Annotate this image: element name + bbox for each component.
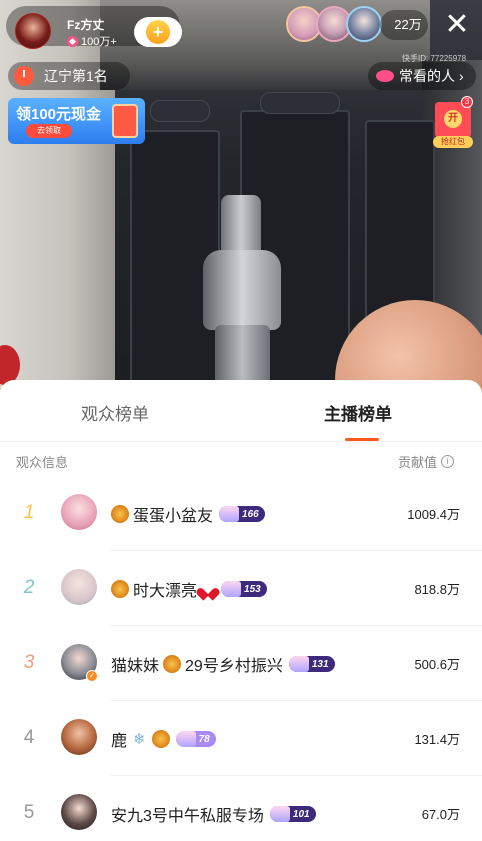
user-name: 鹿 — [111, 733, 128, 750]
list-item[interactable]: 5 安九3号中午私服专场 101 67.0万 — [0, 776, 482, 841]
host-avatar[interactable] — [15, 13, 51, 49]
level-number: 131 — [311, 658, 329, 670]
rank-number: 5 — [23, 802, 35, 823]
money-envelope-icon — [112, 104, 138, 138]
avatar[interactable] — [346, 6, 382, 42]
contribution-score: 500.6万 — [414, 657, 460, 672]
gem-icon — [288, 656, 309, 672]
leaderboard-sheet: 观众榜单 主播榜单 观众信息 贡献值 i 1 蛋蛋小盆友 166 1009.4万… — [0, 380, 482, 841]
info-icon[interactable]: i — [441, 455, 455, 468]
plus-icon: + — [146, 20, 170, 44]
leaderboard-tabs: 观众榜单 主播榜单 — [0, 380, 482, 442]
user-name-line: 时大漂亮 153 — [111, 577, 267, 601]
lion-icon — [151, 730, 170, 748]
close-icon[interactable]: ✕ — [440, 8, 474, 42]
clock-icon — [14, 66, 34, 86]
level-badge: 101 — [269, 806, 316, 822]
level-badge: 131 — [288, 656, 335, 672]
host-likes: 100万+ — [67, 33, 117, 49]
lips-icon — [376, 70, 394, 82]
level-number: 78 — [198, 733, 210, 745]
list-item[interactable]: 1 蛋蛋小盆友 166 1009.4万 — [0, 476, 482, 551]
level-badge: 153 — [221, 581, 267, 597]
level-number: 101 — [292, 808, 310, 820]
region-rank-label: 辽宁第1名 — [44, 68, 108, 84]
column-header-contribution-label: 贡献值 — [398, 455, 438, 470]
cash-banner-title: 领100元现金 — [16, 106, 102, 123]
user-name-line: 蛋蛋小盆友 166 — [111, 502, 265, 526]
cash-reward-banner[interactable]: 领100元现金 去领取 — [8, 98, 145, 144]
avatar[interactable] — [61, 569, 97, 605]
column-header-audience: 观众信息 — [16, 455, 69, 470]
avatar[interactable] — [61, 719, 97, 755]
verified-badge: ✓ — [86, 670, 98, 682]
region-rank-pill[interactable]: 辽宁第1名 — [8, 62, 130, 90]
rank-number: 3 — [23, 652, 35, 673]
user-name-line: 鹿 ❄ 78 — [111, 727, 216, 751]
contribution-score: 1009.4万 — [407, 507, 460, 522]
avatar[interactable] — [61, 494, 97, 530]
user-name: 安九3号中午私服专场 — [111, 808, 264, 825]
red-heart-icon — [201, 583, 215, 596]
user-name-prefix: 猫妹妹 — [111, 658, 160, 675]
active-tab-indicator — [345, 438, 379, 441]
lion-icon — [111, 505, 129, 523]
heart-icon — [67, 35, 78, 47]
user-name: 29号乡村振兴 — [185, 658, 283, 675]
gem-icon — [269, 806, 290, 822]
video-ornament — [150, 100, 210, 122]
contribution-score: 818.8万 — [414, 582, 460, 597]
often-watched-pill[interactable]: 常看的人 › — [368, 62, 476, 90]
video-knight-armor — [195, 195, 290, 390]
red-packet-label: 抢红包 — [433, 136, 473, 148]
rank-number: 1 — [23, 502, 35, 523]
red-packet-button[interactable]: 开 3 抢红包 — [433, 96, 473, 148]
gem-icon — [221, 581, 242, 597]
lion-icon — [111, 580, 129, 598]
red-packet-badge: 3 — [461, 96, 473, 108]
lion-icon — [163, 655, 182, 673]
top-viewer-avatars[interactable] — [286, 6, 382, 44]
list-item[interactable]: 4 鹿 ❄ 78 131.4万 — [0, 701, 482, 776]
leaderboard-list: 1 蛋蛋小盆友 166 1009.4万 2 时大漂亮 153 818.8万 3 … — [0, 476, 482, 841]
viewer-count[interactable]: 22万 — [380, 10, 428, 40]
contribution-score: 67.0万 — [421, 807, 460, 822]
contribution-score: 131.4万 — [414, 732, 460, 747]
level-number: 166 — [242, 508, 259, 520]
video-wall-left — [0, 0, 115, 400]
chevron-right-icon: › — [459, 68, 464, 84]
level-badge: 78 — [175, 731, 216, 747]
gem-icon — [175, 731, 196, 747]
list-item[interactable]: 3 ✓ 猫妹妹 29号乡村振兴 131 500.6万 — [0, 626, 482, 701]
user-name-line: 猫妹妹 29号乡村振兴 131 — [111, 652, 335, 676]
host-info-pill[interactable]: Fz方丈 100万+ + — [6, 6, 182, 49]
user-name-line: 安九3号中午私服专场 101 — [111, 802, 316, 826]
cash-banner-cta[interactable]: 去领取 — [26, 124, 72, 138]
avatar[interactable] — [61, 794, 97, 830]
level-badge: 166 — [219, 506, 265, 522]
snowflake-icon: ❄ — [133, 731, 146, 748]
user-name: 蛋蛋小盆友 — [133, 508, 214, 525]
level-number: 153 — [244, 583, 261, 595]
rank-number: 4 — [23, 727, 35, 748]
red-packet-coin: 开 — [444, 110, 462, 128]
host-name: Fz方丈 — [67, 18, 105, 32]
list-item[interactable]: 2 时大漂亮 153 818.8万 — [0, 551, 482, 626]
rank-number: 2 — [23, 577, 35, 598]
tab-audience-ranking[interactable]: 观众榜单 — [81, 400, 149, 425]
column-header-contribution: 贡献值 i — [398, 452, 455, 471]
gem-icon — [219, 506, 240, 522]
follow-button[interactable]: + — [134, 17, 182, 47]
user-name: 时大漂亮 — [133, 583, 198, 600]
host-likes-count: 100万+ — [81, 36, 117, 48]
video-ornament — [260, 92, 340, 114]
tab-anchor-ranking[interactable]: 主播榜单 — [324, 400, 392, 425]
often-watched-label: 常看的人 — [399, 68, 455, 84]
